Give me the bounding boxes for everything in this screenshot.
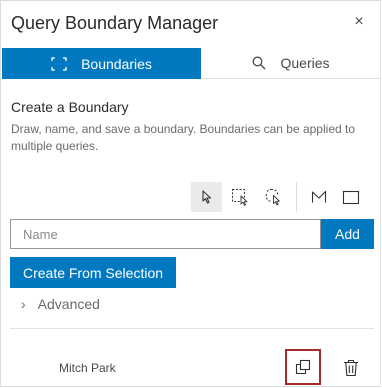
tab-boundaries[interactable]: Boundaries [2, 48, 201, 79]
polyline-tool[interactable] [303, 182, 334, 212]
select-pointer-icon [201, 190, 211, 204]
chevron-right-icon: › [21, 296, 26, 312]
trash-icon [344, 359, 358, 377]
copy-icon [295, 359, 311, 375]
tab-boundaries-label: Boundaries [81, 55, 152, 72]
rectangle-select-tool[interactable] [224, 182, 255, 212]
create-boundary-description: Draw, name, and save a boundary. Boundar… [11, 122, 356, 153]
duplicate-boundary-button[interactable] [285, 349, 321, 385]
section-divider [10, 328, 374, 329]
rectangle-icon [342, 190, 359, 204]
rectangle-select-icon [231, 189, 247, 206]
advanced-label: Advanced [37, 296, 100, 312]
close-button[interactable]: × [351, 13, 367, 30]
rectangle-tool[interactable] [335, 182, 366, 212]
tab-queries[interactable]: Queries [201, 48, 381, 79]
search-icon [253, 56, 266, 70]
select-pointer-tool[interactable] [191, 182, 222, 212]
query-boundary-manager-panel: Query Boundary Manager × Boundaries Quer… [0, 0, 381, 387]
add-button[interactable]: Add [321, 219, 374, 249]
create-boundary-heading: Create a Boundary [11, 99, 129, 115]
create-from-selection-button[interactable]: Create From Selection [10, 257, 176, 288]
tab-bar: Boundaries Queries [1, 48, 382, 81]
advanced-toggle[interactable]: › Advanced [21, 296, 100, 312]
boundary-name-input[interactable] [10, 219, 321, 249]
panel-title: Query Boundary Manager [11, 13, 219, 33]
toolbar-separator [296, 182, 297, 212]
close-icon: × [354, 13, 364, 30]
tab-queries-label: Queries [280, 55, 330, 71]
polyline-icon [311, 190, 326, 203]
boundary-icon [51, 56, 67, 71]
boundary-name: Mitch Park [59, 361, 116, 375]
lasso-select-icon [265, 188, 280, 206]
delete-boundary-button[interactable] [341, 357, 361, 379]
lasso-select-tool[interactable] [257, 182, 288, 212]
